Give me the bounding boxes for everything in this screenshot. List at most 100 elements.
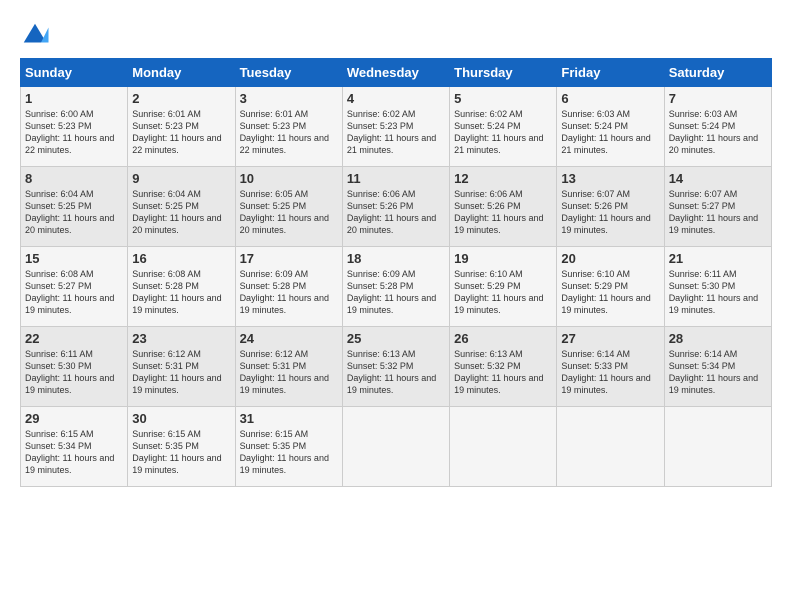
calendar-cell [664,407,771,487]
calendar-cell: 11Sunrise: 6:06 AM Sunset: 5:26 PM Dayli… [342,167,449,247]
day-info: Sunrise: 6:07 AM Sunset: 5:26 PM Dayligh… [561,188,659,237]
day-info: Sunrise: 6:08 AM Sunset: 5:27 PM Dayligh… [25,268,123,317]
header-day: Sunday [21,59,128,87]
page-container: SundayMondayTuesdayWednesdayThursdayFrid… [20,20,772,487]
day-number: 12 [454,171,552,186]
day-number: 8 [25,171,123,186]
calendar-cell [342,407,449,487]
day-number: 3 [240,91,338,106]
day-number: 18 [347,251,445,266]
header [20,20,772,50]
day-info: Sunrise: 6:15 AM Sunset: 5:35 PM Dayligh… [240,428,338,477]
header-day: Tuesday [235,59,342,87]
calendar-week-row: 22 Sunrise: 6:11 AM Sunset: 5:30 PM Dayli… [21,327,772,407]
day-info: Sunrise: 6:06 AM Sunset: 5:26 PM Dayligh… [347,188,445,237]
day-number: 10 [240,171,338,186]
calendar-week-row: 15 Sunrise: 6:08 AM Sunset: 5:27 PM Dayli… [21,247,772,327]
calendar-cell: 30 Sunrise: 6:15 AM Sunset: 5:35 PM Dayli… [128,407,235,487]
calendar-cell [450,407,557,487]
calendar-cell: 29 Sunrise: 6:15 AM Sunset: 5:34 PM Dayli… [21,407,128,487]
calendar-cell: 12 Sunrise: 6:06 AM Sunset: 5:26 PM Dayli… [450,167,557,247]
calendar-cell: 13 Sunrise: 6:07 AM Sunset: 5:26 PM Dayli… [557,167,664,247]
calendar-cell: 31Sunrise: 6:15 AM Sunset: 5:35 PM Dayli… [235,407,342,487]
calendar-week-row: 1 Sunrise: 6:00 AM Sunset: 5:23 PM Daylig… [21,87,772,167]
calendar-cell: 18 Sunrise: 6:09 AM Sunset: 5:28 PM Dayli… [342,247,449,327]
logo [20,20,54,50]
calendar-cell: 23Sunrise: 6:12 AM Sunset: 5:31 PM Dayli… [128,327,235,407]
day-number: 26 [454,331,552,346]
day-number: 19 [454,251,552,266]
day-number: 22 [25,331,123,346]
day-info: Sunrise: 6:00 AM Sunset: 5:23 PM Dayligh… [25,108,123,157]
calendar-cell: 3 Sunrise: 6:01 AM Sunset: 5:23 PM Daylig… [235,87,342,167]
day-number: 6 [561,91,659,106]
day-info: Sunrise: 6:10 AM Sunset: 5:29 PM Dayligh… [454,268,552,317]
day-info: Sunrise: 6:07 AM Sunset: 5:27 PM Dayligh… [669,188,767,237]
day-number: 24 [240,331,338,346]
day-number: 29 [25,411,123,426]
day-info: Sunrise: 6:08 AM Sunset: 5:28 PM Dayligh… [132,268,230,317]
calendar-cell: 27Sunrise: 6:14 AM Sunset: 5:33 PM Dayli… [557,327,664,407]
calendar-table: SundayMondayTuesdayWednesdayThursdayFrid… [20,58,772,487]
day-info: Sunrise: 6:12 AM Sunset: 5:31 PM Dayligh… [240,348,338,397]
day-number: 5 [454,91,552,106]
day-number: 2 [132,91,230,106]
day-number: 1 [25,91,123,106]
day-number: 27 [561,331,659,346]
day-number: 28 [669,331,767,346]
calendar-cell [557,407,664,487]
calendar-cell: 24 Sunrise: 6:12 AM Sunset: 5:31 PM Dayli… [235,327,342,407]
day-info: Sunrise: 6:04 AM Sunset: 5:25 PM Dayligh… [25,188,123,237]
day-info: Sunrise: 6:06 AM Sunset: 5:26 PM Dayligh… [454,188,552,237]
day-info: Sunrise: 6:05 AM Sunset: 5:25 PM Dayligh… [240,188,338,237]
calendar-cell: 17 Sunrise: 6:09 AM Sunset: 5:28 PM Dayli… [235,247,342,327]
logo-icon [20,20,50,50]
calendar-cell: 14 Sunrise: 6:07 AM Sunset: 5:27 PM Dayli… [664,167,771,247]
day-info: Sunrise: 6:01 AM Sunset: 5:23 PM Dayligh… [240,108,338,157]
calendar-cell: 6Sunrise: 6:03 AM Sunset: 5:24 PM Daylig… [557,87,664,167]
day-info: Sunrise: 6:09 AM Sunset: 5:28 PM Dayligh… [240,268,338,317]
day-info: Sunrise: 6:09 AM Sunset: 5:28 PM Dayligh… [347,268,445,317]
day-number: 17 [240,251,338,266]
day-number: 7 [669,91,767,106]
header-day: Thursday [450,59,557,87]
day-info: Sunrise: 6:15 AM Sunset: 5:34 PM Dayligh… [25,428,123,477]
calendar-cell: 20 Sunrise: 6:10 AM Sunset: 5:29 PM Dayli… [557,247,664,327]
day-number: 15 [25,251,123,266]
calendar-cell: 25Sunrise: 6:13 AM Sunset: 5:32 PM Dayli… [342,327,449,407]
day-number: 20 [561,251,659,266]
day-info: Sunrise: 6:02 AM Sunset: 5:24 PM Dayligh… [454,108,552,157]
header-row: SundayMondayTuesdayWednesdayThursdayFrid… [21,59,772,87]
day-number: 21 [669,251,767,266]
calendar-cell: 19 Sunrise: 6:10 AM Sunset: 5:29 PM Dayli… [450,247,557,327]
calendar-cell: 16Sunrise: 6:08 AM Sunset: 5:28 PM Dayli… [128,247,235,327]
header-day: Monday [128,59,235,87]
day-number: 23 [132,331,230,346]
calendar-cell: 2 Sunrise: 6:01 AM Sunset: 5:23 PM Daylig… [128,87,235,167]
day-number: 14 [669,171,767,186]
day-number: 30 [132,411,230,426]
day-info: Sunrise: 6:13 AM Sunset: 5:32 PM Dayligh… [454,348,552,397]
day-number: 9 [132,171,230,186]
calendar-cell: 1 Sunrise: 6:00 AM Sunset: 5:23 PM Daylig… [21,87,128,167]
day-info: Sunrise: 6:15 AM Sunset: 5:35 PM Dayligh… [132,428,230,477]
calendar-cell: 15 Sunrise: 6:08 AM Sunset: 5:27 PM Dayli… [21,247,128,327]
calendar-cell: 5 Sunrise: 6:02 AM Sunset: 5:24 PM Daylig… [450,87,557,167]
calendar-cell: 26 Sunrise: 6:13 AM Sunset: 5:32 PM Dayli… [450,327,557,407]
day-info: Sunrise: 6:02 AM Sunset: 5:23 PM Dayligh… [347,108,445,157]
day-info: Sunrise: 6:11 AM Sunset: 5:30 PM Dayligh… [25,348,123,397]
day-number: 25 [347,331,445,346]
header-day: Wednesday [342,59,449,87]
day-number: 13 [561,171,659,186]
calendar-cell: 4Sunrise: 6:02 AM Sunset: 5:23 PM Daylig… [342,87,449,167]
calendar-cell: 28Sunrise: 6:14 AM Sunset: 5:34 PM Dayli… [664,327,771,407]
header-day: Friday [557,59,664,87]
day-info: Sunrise: 6:01 AM Sunset: 5:23 PM Dayligh… [132,108,230,157]
day-info: Sunrise: 6:04 AM Sunset: 5:25 PM Dayligh… [132,188,230,237]
calendar-cell: 8 Sunrise: 6:04 AM Sunset: 5:25 PM Daylig… [21,167,128,247]
calendar-week-row: 8 Sunrise: 6:04 AM Sunset: 5:25 PM Daylig… [21,167,772,247]
header-day: Saturday [664,59,771,87]
day-info: Sunrise: 6:10 AM Sunset: 5:29 PM Dayligh… [561,268,659,317]
calendar-cell: 7Sunrise: 6:03 AM Sunset: 5:24 PM Daylig… [664,87,771,167]
calendar-cell: 22 Sunrise: 6:11 AM Sunset: 5:30 PM Dayli… [21,327,128,407]
